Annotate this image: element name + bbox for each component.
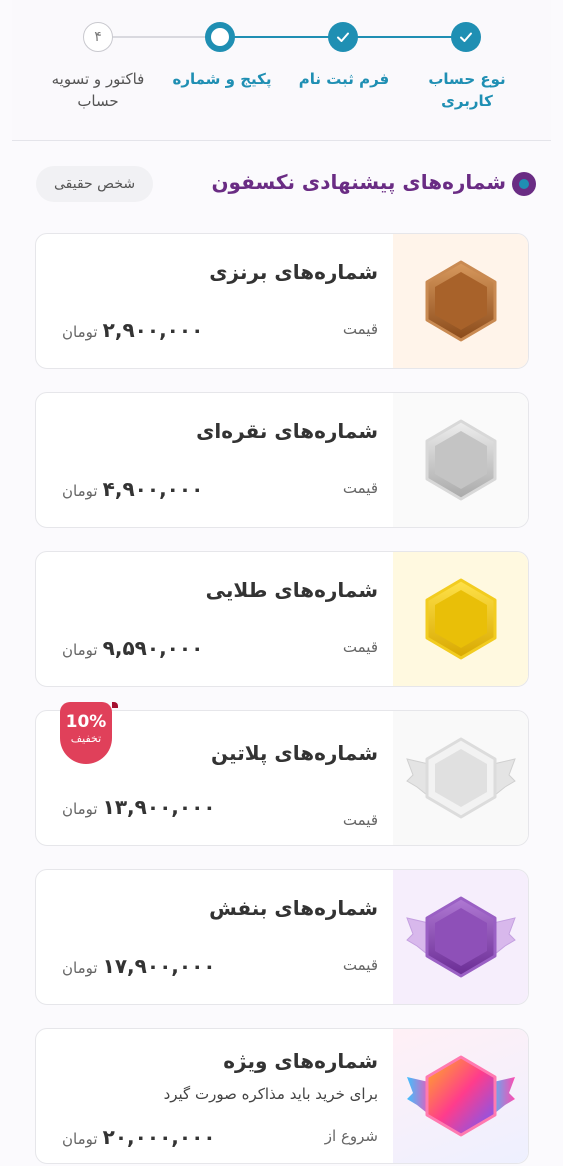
step-2-label[interactable]: فرم ثبت نام bbox=[284, 68, 404, 90]
discount-label: تخفیف bbox=[70, 732, 102, 745]
price-unit: تومان bbox=[62, 800, 98, 818]
package-card-silver[interactable]: شماره‌های نقره‌ای قیمت ۴,۹۰۰,۰۰۰ تومان bbox=[35, 392, 529, 528]
price-value: ۱۳,۹۰۰,۰۰۰ تومان bbox=[56, 795, 216, 819]
package-card-bronze[interactable]: شماره‌های برنزی قیمت ۲,۹۰۰,۰۰۰ تومان bbox=[35, 233, 529, 369]
price-amount: ۱۳,۹۰۰,۰۰۰ bbox=[102, 795, 216, 819]
price-value: ۱۷,۹۰۰,۰۰۰ تومان bbox=[56, 954, 216, 978]
price-value: ۲۰,۰۰۰,۰۰۰ تومان bbox=[56, 1125, 216, 1149]
card-title: شماره‌های بنفش bbox=[209, 896, 378, 920]
step-4-label[interactable]: فاکتور و تسویه حساب bbox=[42, 68, 154, 112]
person-type-badge[interactable]: شخص حقیقی bbox=[36, 166, 154, 202]
section-header: شماره‌های پیشنهادی نکسفون شخص حقیقی bbox=[36, 162, 536, 208]
price-unit: تومان bbox=[62, 1130, 98, 1148]
price-value: ۹,۵۹۰,۰۰۰ تومان bbox=[56, 636, 203, 660]
card-title: شماره‌های طلایی bbox=[205, 578, 378, 602]
price-label: قیمت bbox=[342, 811, 378, 829]
price-unit: تومان bbox=[62, 959, 98, 977]
special-badge-icon bbox=[393, 1029, 528, 1163]
price-unit: تومان bbox=[62, 641, 98, 659]
gold-badge-icon bbox=[393, 552, 528, 686]
price-label: قیمت bbox=[342, 638, 378, 656]
price-label: شروع از bbox=[324, 1127, 378, 1145]
discount-badge: 10% تخفیف bbox=[60, 702, 118, 764]
step-3-active-indicator[interactable] bbox=[205, 22, 235, 52]
price-label: قیمت bbox=[342, 479, 378, 497]
price-amount: ۲,۹۰۰,۰۰۰ bbox=[102, 318, 204, 342]
price-amount: ۹,۵۹۰,۰۰۰ bbox=[102, 636, 204, 660]
platinum-badge-icon bbox=[393, 711, 528, 845]
price-value: ۲,۹۰۰,۰۰۰ تومان bbox=[56, 318, 203, 342]
discount-percent: 10% bbox=[65, 712, 107, 732]
price-value: ۴,۹۰۰,۰۰۰ تومان bbox=[56, 477, 203, 501]
step-4-number[interactable]: ۴ bbox=[83, 22, 113, 52]
purple-badge-icon bbox=[393, 870, 528, 1004]
card-title: شماره‌های ویژه bbox=[223, 1049, 378, 1073]
section-title: شماره‌های پیشنهادی نکسفون bbox=[211, 170, 506, 194]
package-card-special[interactable]: شماره‌های ویژه برای خرید باید مذاکره صور… bbox=[35, 1028, 529, 1164]
package-card-purple[interactable]: شماره‌های بنفش قیمت ۱۷,۹۰۰,۰۰۰ تومان bbox=[35, 869, 529, 1005]
card-title: شماره‌های برنزی bbox=[209, 260, 378, 284]
bronze-badge-icon bbox=[393, 234, 528, 368]
price-amount: ۲۰,۰۰۰,۰۰۰ bbox=[102, 1125, 216, 1149]
card-title: شماره‌های پلاتین bbox=[211, 741, 378, 765]
card-title: شماره‌های نقره‌ای bbox=[196, 419, 378, 443]
price-unit: تومان bbox=[62, 323, 98, 341]
step-2-check-icon[interactable] bbox=[328, 22, 358, 52]
registration-stepper: ۴ نوع حساب کاربری فرم ثبت نام پکیج و شما… bbox=[12, 0, 551, 141]
price-amount: ۱۷,۹۰۰,۰۰۰ bbox=[102, 954, 216, 978]
price-unit: تومان bbox=[62, 482, 98, 500]
step-1-check-icon[interactable] bbox=[451, 22, 481, 52]
price-amount: ۴,۹۰۰,۰۰۰ bbox=[102, 477, 204, 501]
price-label: قیمت bbox=[342, 320, 378, 338]
section-bullet-icon bbox=[512, 172, 536, 196]
package-card-gold[interactable]: شماره‌های طلایی قیمت ۹,۵۹۰,۰۰۰ تومان bbox=[35, 551, 529, 687]
step-1-label[interactable]: نوع حساب کاربری bbox=[412, 68, 522, 112]
card-subtitle: برای خرید باید مذاکره صورت گیرد bbox=[163, 1085, 378, 1103]
silver-badge-icon bbox=[393, 393, 528, 527]
step-3-label[interactable]: پکیج و شماره bbox=[162, 68, 282, 90]
price-label: قیمت bbox=[342, 956, 378, 974]
